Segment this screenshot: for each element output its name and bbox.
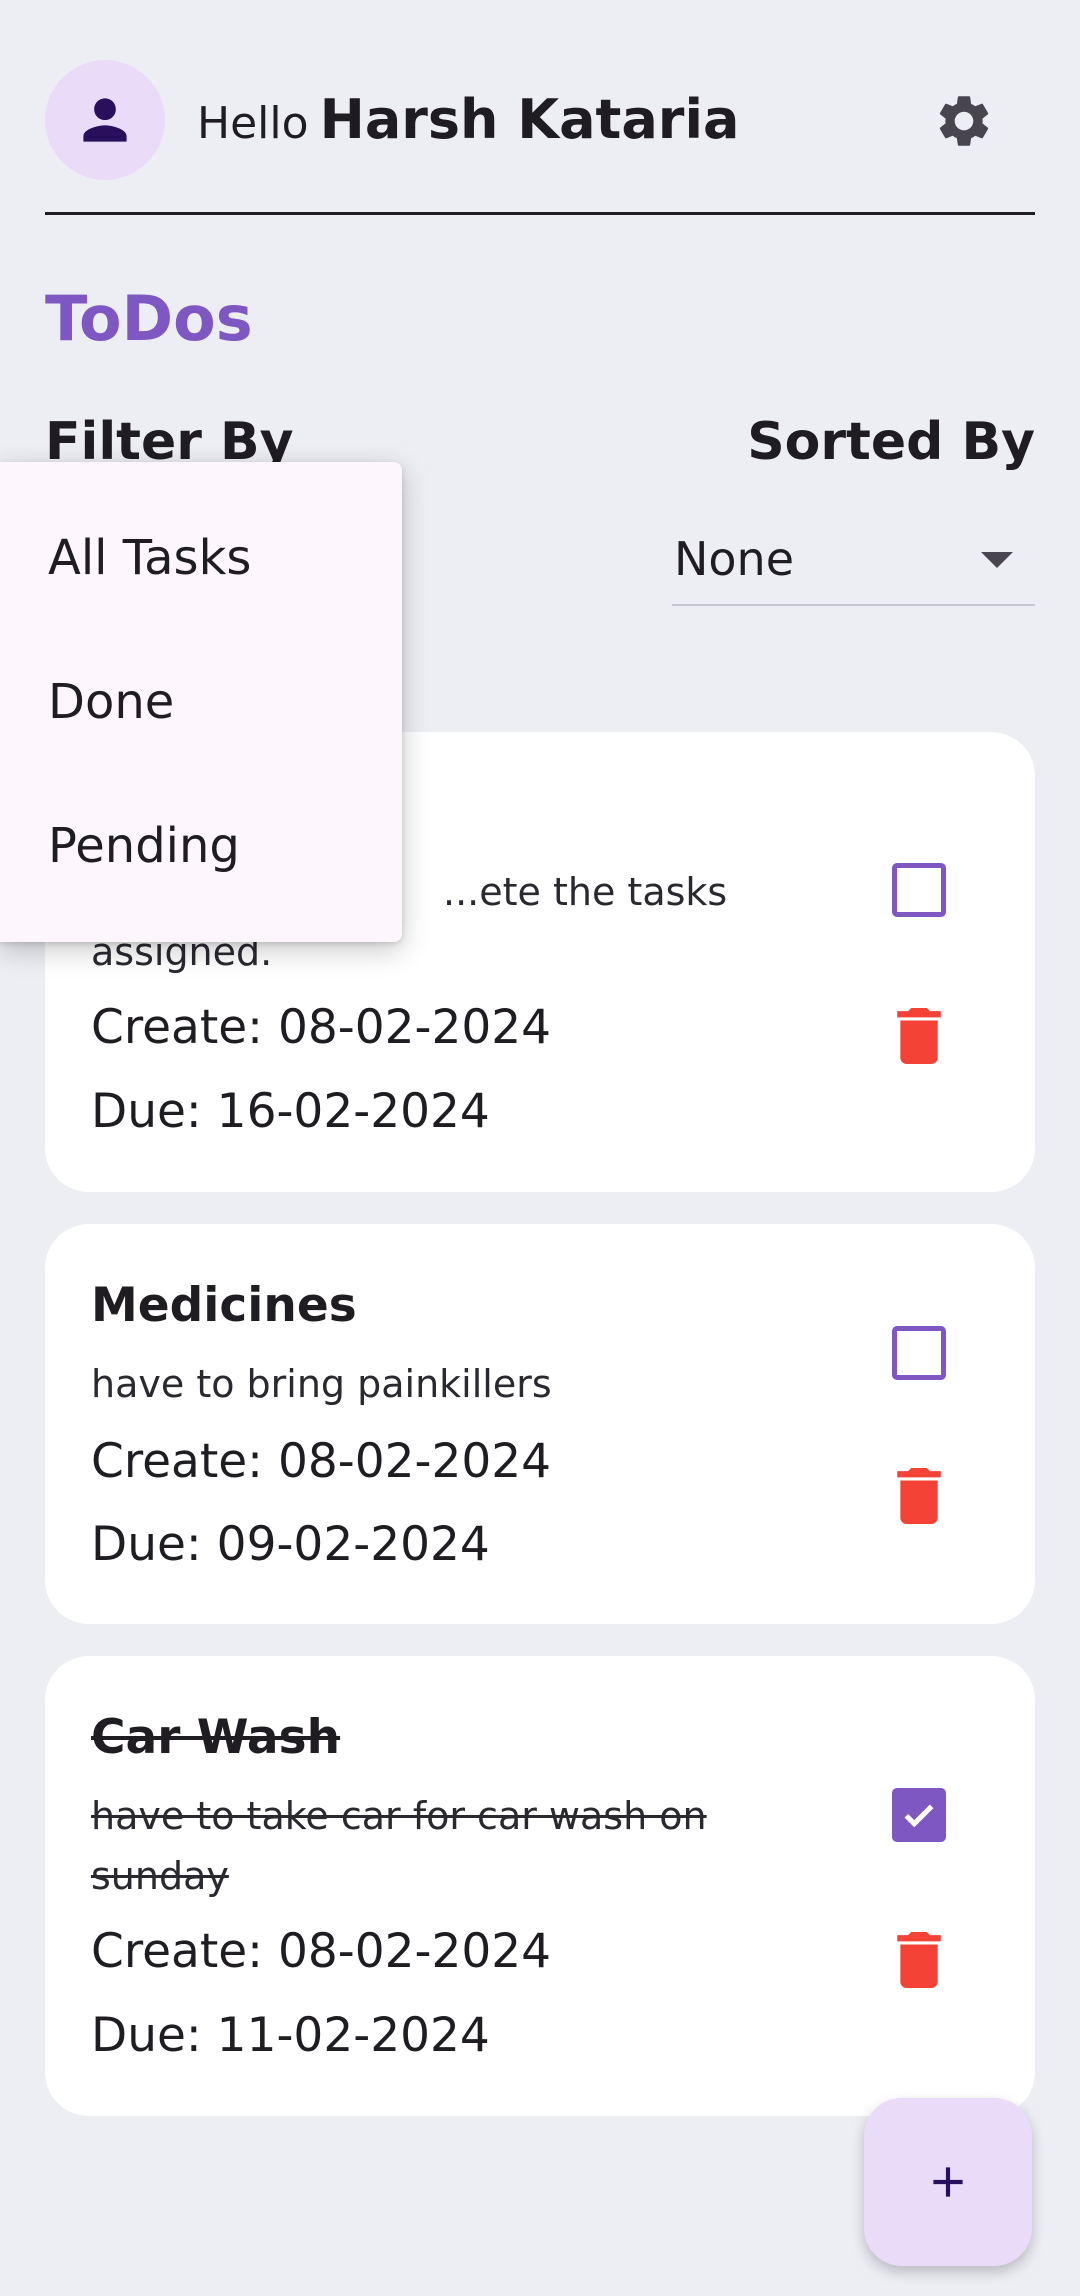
trash-icon[interactable] [897, 1468, 941, 1524]
todo-description-line: have to bring painkillers [91, 1362, 552, 1406]
todo-title: Car Wash [91, 1710, 341, 1765]
header-divider [45, 212, 1035, 215]
greeting: Hello Harsh Kataria [197, 88, 739, 151]
todo-description: have to bring painkillers [91, 1354, 851, 1414]
todo-description-line: sunday [91, 1854, 229, 1898]
todo-created-date: Create: 08-02-2024 [91, 1924, 552, 1979]
avatar[interactable] [45, 60, 165, 180]
todo-card[interactable]: Medicines have to bring painkillers Crea… [45, 1224, 1035, 1624]
filter-option-done[interactable]: Done [48, 674, 174, 730]
todo-due-date: Due: 16-02-2024 [91, 1084, 490, 1139]
trash-icon[interactable] [897, 1008, 941, 1064]
todo-description: have to take car for car wash on sunday [91, 1786, 851, 1906]
trash-icon[interactable] [897, 1932, 941, 1988]
add-todo-button[interactable] [864, 2098, 1032, 2266]
caret-down-icon [981, 552, 1013, 568]
filter-option-all-tasks[interactable]: All Tasks [48, 530, 251, 586]
user-name: Harsh Kataria [319, 88, 740, 151]
greeting-text: Hello [197, 98, 309, 149]
todo-done-checkbox[interactable] [892, 1788, 946, 1842]
todo-done-checkbox[interactable] [892, 863, 946, 917]
filter-dropdown-menu: All Tasks Done Pending [0, 462, 402, 942]
todo-created-date: Create: 08-02-2024 [91, 1000, 552, 1055]
gear-icon[interactable] [933, 90, 995, 152]
plus-icon [933, 2167, 963, 2197]
sort-dropdown[interactable]: None [672, 520, 1035, 606]
todo-created-date: Create: 08-02-2024 [91, 1434, 552, 1489]
app-header: Hello Harsh Kataria [45, 60, 1035, 180]
todo-card[interactable]: Car Wash have to take car for car wash o… [45, 1656, 1035, 2116]
checkmark-icon [904, 1804, 934, 1828]
todo-title: Medicines [91, 1278, 357, 1333]
todo-due-date: Due: 09-02-2024 [91, 1517, 490, 1572]
todo-due-date: Due: 11-02-2024 [91, 2008, 490, 2063]
sorted-label: Sorted By [747, 412, 1035, 472]
sort-selected-value: None [674, 532, 795, 586]
todo-description-line: have to take car for car wash on [91, 1794, 707, 1838]
todo-done-checkbox[interactable] [892, 1326, 946, 1380]
filter-option-pending[interactable]: Pending [48, 818, 240, 874]
page-title: ToDos [45, 282, 253, 355]
person-icon [83, 98, 127, 142]
